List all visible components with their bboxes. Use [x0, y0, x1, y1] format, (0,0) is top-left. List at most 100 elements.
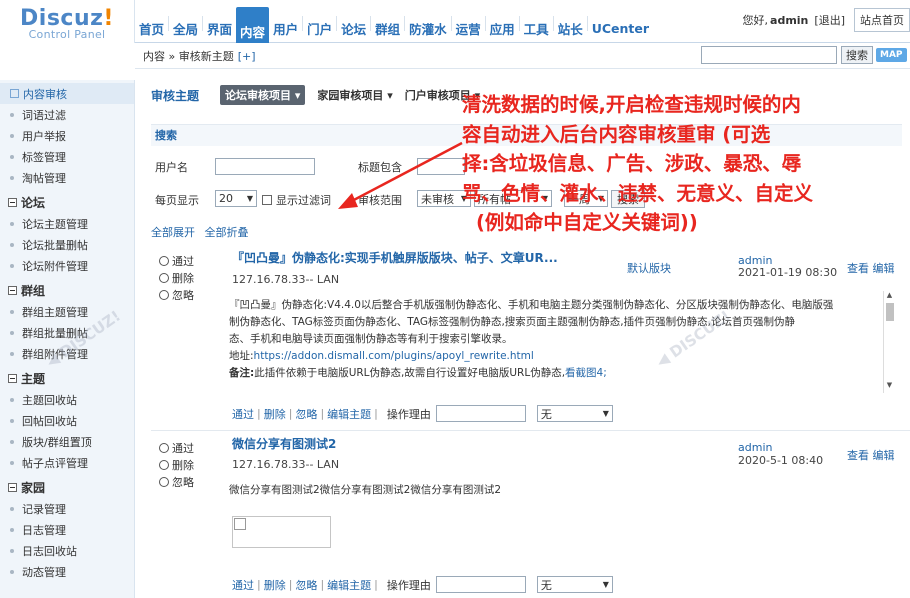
per-page-select[interactable]: 20 ▼	[215, 190, 257, 207]
edit-link[interactable]: 编辑	[873, 449, 895, 462]
nav-content[interactable]: 内容	[236, 7, 270, 43]
scroll-thumb[interactable]	[885, 303, 894, 321]
radio-delete[interactable]: 删除	[159, 456, 194, 473]
sidebar-item-doing[interactable]: 记录管理	[0, 498, 134, 519]
post-forum[interactable]: 默认版块	[627, 260, 671, 276]
nav-ucenter[interactable]: UCenter	[588, 0, 653, 43]
menu-search-button[interactable]: 搜索	[841, 46, 873, 64]
post-body: 微信分享有图测试2微信分享有图测试2微信分享有图测试2	[229, 484, 502, 496]
action-pass[interactable]: 通过	[232, 577, 254, 593]
nav-forum[interactable]: 论坛	[337, 0, 370, 43]
sidebar: 内容审核 词语过滤 用户举报 标签管理 淘帖管理 论坛 论坛主题管理 论坛批量删…	[0, 80, 135, 598]
action-pass[interactable]: 通过	[232, 406, 254, 422]
post-ip: 127.16.78.33-- LAN	[232, 458, 340, 471]
show-filtered-row: 显示过滤词	[262, 192, 331, 208]
radio-ignore[interactable]: 忽略	[159, 473, 194, 490]
logo[interactable]: Discuz! Control Panel	[0, 0, 135, 43]
nav-founder[interactable]: 站长	[554, 0, 587, 43]
audit-scope-row: 审核范围	[358, 192, 402, 208]
nav-tools[interactable]: 工具	[520, 0, 553, 43]
scroll-down-icon[interactable]: ▼	[884, 381, 895, 393]
edit-link[interactable]: 编辑	[873, 262, 895, 275]
radio-pass[interactable]: 通过	[159, 439, 194, 456]
post-2-radios: 通过 删除 忽略	[159, 439, 194, 490]
view-link[interactable]: 查看	[847, 449, 869, 462]
post-body-scrollbar[interactable]: ▲ ▼	[883, 291, 895, 393]
menu-search-input[interactable]	[701, 46, 837, 64]
sidebar-item-group-threads[interactable]: 群组主题管理	[0, 301, 134, 322]
sidebar-item-censor[interactable]: 词语过滤	[0, 104, 134, 125]
sidebar-head-home[interactable]: 家园	[0, 477, 134, 498]
username-input[interactable]	[215, 158, 315, 175]
reason-input[interactable]	[435, 405, 526, 422]
sidebar-item-post-recyclebin[interactable]: 回帖回收站	[0, 410, 134, 431]
map-button[interactable]: MAP	[876, 48, 907, 62]
greeting: 您好,	[742, 14, 769, 27]
sidebar-head-thread[interactable]: 主题	[0, 368, 134, 389]
nav-home[interactable]: 首页	[135, 0, 168, 43]
sidebar-item-blog-recycle[interactable]: 日志回收站	[0, 540, 134, 561]
post-author[interactable]: admin	[738, 441, 772, 454]
sidebar-item-tag[interactable]: 标签管理	[0, 146, 134, 167]
show-filtered-label: 显示过滤词	[276, 194, 331, 207]
action-edit-thread[interactable]: 编辑主题	[327, 406, 371, 422]
title-contains-input[interactable]	[417, 158, 465, 175]
sidebar-item-moderate[interactable]: 内容审核	[0, 83, 134, 104]
sidebar-item-group-attach[interactable]: 群组附件管理	[0, 343, 134, 364]
sidebar-item-blog[interactable]: 日志管理	[0, 519, 134, 540]
sidebar-item-prune[interactable]: 论坛批量删帖	[0, 234, 134, 255]
show-filtered-checkbox[interactable]	[262, 195, 272, 205]
sidebar-item-report[interactable]: 用户举报	[0, 125, 134, 146]
screenshot-link[interactable]: 看截图4;	[565, 367, 607, 379]
post-view-edit: 查看 编辑	[847, 260, 895, 276]
username: admin	[770, 13, 809, 27]
sidebar-head-forum[interactable]: 论坛	[0, 192, 134, 213]
radio-delete[interactable]: 删除	[159, 269, 194, 286]
sidebar-head-group[interactable]: 群组	[0, 280, 134, 301]
nav-group[interactable]: 群组	[371, 0, 404, 43]
sidebar-item-recyclebin[interactable]: 主题回收站	[0, 389, 134, 410]
nav-style[interactable]: 界面	[203, 0, 236, 43]
post-address-link[interactable]: https://addon.dismall.com/plugins/apoyl_…	[254, 350, 534, 362]
logout-link[interactable]: [退出]	[814, 12, 845, 28]
sidebar-item-comment[interactable]: 帖子点评管理	[0, 452, 134, 473]
reason-select[interactable]: 无 ▼	[536, 405, 613, 422]
sidebar-item-stick[interactable]: 版块/群组置顶	[0, 431, 134, 452]
post-title[interactable]: 微信分享有图测试2	[232, 435, 336, 452]
scroll-up-icon[interactable]: ▲	[884, 291, 895, 303]
sidebar-item-feed[interactable]: 动态管理	[0, 561, 134, 582]
tab-home-moderate[interactable]: 家园审核项目 ▾	[317, 87, 392, 103]
site-home-button[interactable]: 站点首页	[854, 8, 910, 32]
nav-portal[interactable]: 门户	[303, 0, 336, 43]
add-shortcut-link[interactable]: [+]	[238, 50, 256, 63]
per-page-row: 每页显示	[155, 192, 199, 208]
post-date: 2020-5-1 08:40	[738, 454, 824, 467]
action-delete[interactable]: 删除	[264, 406, 286, 422]
sidebar-item-threads[interactable]: 论坛主题管理	[0, 213, 134, 234]
nav-plugin[interactable]: 应用	[486, 0, 519, 43]
sidebar-item-attach[interactable]: 论坛附件管理	[0, 255, 134, 276]
tab-forum-moderate[interactable]: 论坛审核项目 ▾	[220, 85, 306, 105]
action-delete[interactable]: 删除	[264, 577, 286, 593]
post-date: 2021-01-19 08:30	[738, 266, 838, 279]
reason-select[interactable]: 无 ▼	[536, 576, 613, 593]
post-title[interactable]: 『凹凸曼』伪静态化:实现手机触屏版版块、帖子、文章UR...	[232, 249, 558, 266]
view-link[interactable]: 查看	[847, 262, 869, 275]
nav-user[interactable]: 用户	[269, 0, 302, 43]
nav-safe[interactable]: 防灌水	[405, 0, 451, 43]
annotation-text: 清洗数据的时候,开启检查违规时候的内 容自动进入后台内容审核重审 (可选 择:含…	[462, 93, 814, 234]
post-actions: 通过 | 删除 | 忽略 | 编辑主题 | 操作理由 无 ▼	[232, 576, 613, 593]
nav-extended[interactable]: 运营	[452, 0, 485, 43]
expand-all-link[interactable]: 全部展开	[151, 226, 195, 239]
action-ignore[interactable]: 忽略	[295, 406, 317, 422]
user-bar: 您好, admin [退出] 站点首页	[743, 8, 910, 32]
sidebar-item-collection[interactable]: 淘帖管理	[0, 167, 134, 188]
radio-pass[interactable]: 通过	[159, 252, 194, 269]
radio-ignore[interactable]: 忽略	[159, 286, 194, 303]
reason-input[interactable]	[435, 576, 526, 593]
nav-global[interactable]: 全局	[169, 0, 202, 43]
action-edit-thread[interactable]: 编辑主题	[327, 577, 371, 593]
sidebar-item-group-prune[interactable]: 群组批量删帖	[0, 322, 134, 343]
collapse-all-link[interactable]: 全部折叠	[205, 226, 249, 239]
action-ignore[interactable]: 忽略	[295, 577, 317, 593]
